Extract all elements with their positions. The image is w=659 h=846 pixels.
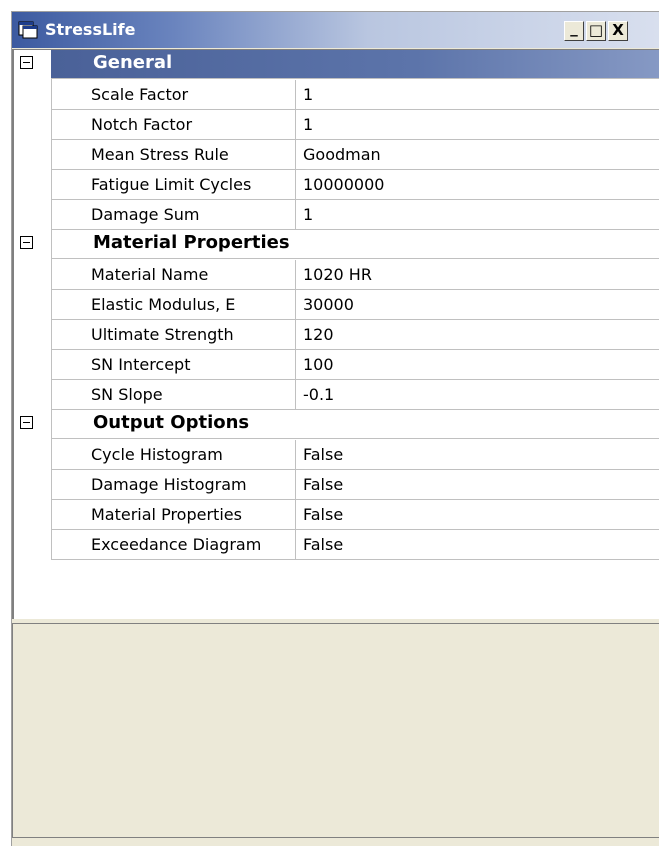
category-label: Material Properties [93,232,290,253]
property-row[interactable]: Material Name 1020 HR [51,260,659,290]
property-row[interactable]: Elastic Modulus, E 30000 [51,290,659,320]
property-row[interactable]: Material Properties False [51,500,659,530]
app-window-icon [18,21,38,39]
property-grid[interactable]: General Scale Factor 1 Notch Factor 1 Mean St… [12,49,659,619]
property-value[interactable]: False [303,470,657,499]
property-row[interactable]: SN Slope -0.1 [51,380,659,410]
window-title: StressLife [45,20,136,39]
category-row[interactable]: General [14,50,659,79]
category-label: General [93,52,173,73]
property-row[interactable]: Cycle Histogram False [51,440,659,470]
category-header[interactable]: Material Properties [51,230,659,259]
property-row[interactable]: SN Intercept 100 [51,350,659,380]
close-button[interactable]: X [608,21,628,41]
property-name: Ultimate Strength [51,320,296,349]
property-name: Notch Factor [51,110,296,139]
property-value[interactable]: 120 [303,320,657,349]
grid-gutter-line [51,79,52,560]
property-name: Material Name [51,260,296,289]
property-value[interactable]: False [303,440,657,469]
category-header[interactable]: General [51,50,659,79]
collapse-icon[interactable] [20,56,33,69]
property-row[interactable]: Damage Sum 1 [51,200,659,230]
property-name: SN Intercept [51,350,296,379]
property-value[interactable]: 1 [303,200,657,229]
close-icon: X [612,21,624,39]
property-row[interactable]: Notch Factor 1 [51,110,659,140]
collapse-icon[interactable] [20,416,33,429]
stresslife-window: StressLife _ □ X General Scale Factor 1 Not… [11,11,659,846]
property-name: SN Slope [51,380,296,409]
property-value[interactable]: 30000 [303,290,657,319]
property-row[interactable]: Damage Histogram False [51,470,659,500]
minimize-icon: _ [570,19,578,37]
property-name: Material Properties [51,500,296,529]
category-row[interactable]: Output Options [14,410,659,439]
property-name: Damage Histogram [51,470,296,499]
category-header[interactable]: Output Options [51,410,659,439]
property-value[interactable]: Goodman [303,140,657,169]
minimize-button[interactable]: _ [564,19,584,41]
category-label: Output Options [93,412,250,433]
property-name: Scale Factor [51,80,296,109]
property-value[interactable]: 1 [303,80,657,109]
category-row[interactable]: Material Properties [14,230,659,259]
property-name: Exceedance Diagram [51,530,296,559]
property-value[interactable]: 1020 HR [303,260,657,289]
property-row[interactable]: Scale Factor 1 [51,80,659,110]
maximize-icon: □ [588,21,604,39]
property-name: Cycle Histogram [51,440,296,469]
property-name: Damage Sum [51,200,296,229]
property-row[interactable]: Fatigue Limit Cycles 10000000 [51,170,659,200]
collapse-icon[interactable] [20,236,33,249]
property-value[interactable]: 1 [303,110,657,139]
property-value[interactable]: False [303,500,657,529]
property-name: Mean Stress Rule [51,140,296,169]
property-row[interactable]: Ultimate Strength 120 [51,320,659,350]
maximize-button[interactable]: □ [586,21,606,41]
property-value[interactable]: 100 [303,350,657,379]
description-panel [12,623,659,838]
property-name: Elastic Modulus, E [51,290,296,319]
property-value[interactable]: 10000000 [303,170,657,199]
property-row[interactable]: Exceedance Diagram False [51,530,659,560]
title-bar[interactable]: StressLife _ □ X [12,12,659,48]
property-value[interactable]: False [303,530,657,559]
property-value[interactable]: -0.1 [303,380,657,409]
property-row[interactable]: Mean Stress Rule Goodman [51,140,659,170]
property-name: Fatigue Limit Cycles [51,170,296,199]
